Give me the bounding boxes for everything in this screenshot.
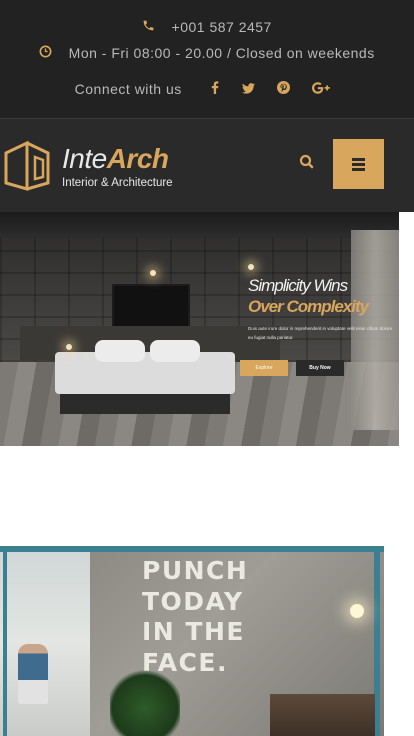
menu-bar (352, 168, 365, 171)
hero-slider[interactable]: Simplicity Wins Over Complexity Duis aut… (0, 212, 399, 446)
top-info-bar: +001 587 2457 Mon - Fri 08:00 - 20.00 / … (0, 0, 414, 118)
hero-heading-line2: Over Complexity (248, 297, 369, 316)
menu-bar (352, 163, 365, 166)
feature-frame-left (3, 546, 7, 736)
opening-hours: Mon - Fri 08:00 - 20.00 / Closed on week… (68, 45, 375, 61)
feature-wall-lettering: PUNCH TODAY IN THE FACE. (142, 556, 249, 677)
feature-shelf (270, 694, 375, 736)
phone-row: +001 587 2457 (0, 19, 414, 35)
clock-icon (39, 45, 52, 61)
menu-bar (352, 158, 365, 161)
hero-caption: Simplicity Wins Over Complexity Duis aut… (240, 276, 398, 377)
logo-tagline: Interior & Architecture (62, 177, 173, 189)
hero-light (150, 270, 156, 276)
hero-pillow (150, 340, 200, 362)
feature-frame-top (0, 546, 384, 552)
connect-row: Connect with us (0, 81, 414, 97)
feature-plant (110, 666, 180, 736)
facebook-icon[interactable] (211, 81, 219, 97)
hero-heading-line1: Simplicity Wins (248, 276, 348, 295)
google-plus-icon[interactable] (312, 82, 331, 97)
pinterest-icon[interactable] (276, 81, 290, 97)
logo-wordmark: InteArch (62, 143, 169, 175)
feature-bg-window (0, 546, 90, 736)
feature-lamp (350, 604, 364, 618)
page: +001 587 2457 Mon - Fri 08:00 - 20.00 / … (0, 0, 414, 736)
hero-bg-ceiling (0, 212, 399, 238)
hours-row: Mon - Fri 08:00 - 20.00 / Closed on week… (0, 45, 414, 61)
explore-button[interactable]: Explore (240, 360, 288, 377)
phone-number[interactable]: +001 587 2457 (172, 19, 272, 35)
hero-light (248, 264, 254, 270)
hero-paragraph: Duis aute irure dolor in reprehenderit i… (248, 326, 393, 340)
hero-bed (55, 352, 235, 394)
search-icon (299, 154, 314, 169)
feature-person (18, 644, 48, 704)
logo-word-arch: Arch (106, 143, 169, 174)
site-header: InteArch Interior & Architecture (0, 118, 414, 212)
site-logo[interactable]: InteArch Interior & Architecture (3, 139, 193, 195)
connect-label: Connect with us (74, 81, 182, 97)
hero-pillow (95, 340, 145, 362)
phone-icon (142, 19, 155, 35)
buy-now-button[interactable]: Buy Now (296, 360, 344, 377)
hero-buttons: Explore Buy Now (240, 356, 398, 377)
search-button[interactable] (296, 151, 318, 173)
menu-toggle-button[interactable] (333, 139, 384, 189)
logo-mark-icon (4, 140, 50, 191)
feature-image: PUNCH TODAY IN THE FACE. (0, 546, 384, 736)
logo-word-inte: Inte (62, 143, 107, 174)
twitter-icon[interactable] (241, 82, 255, 97)
hero-light (66, 344, 72, 350)
